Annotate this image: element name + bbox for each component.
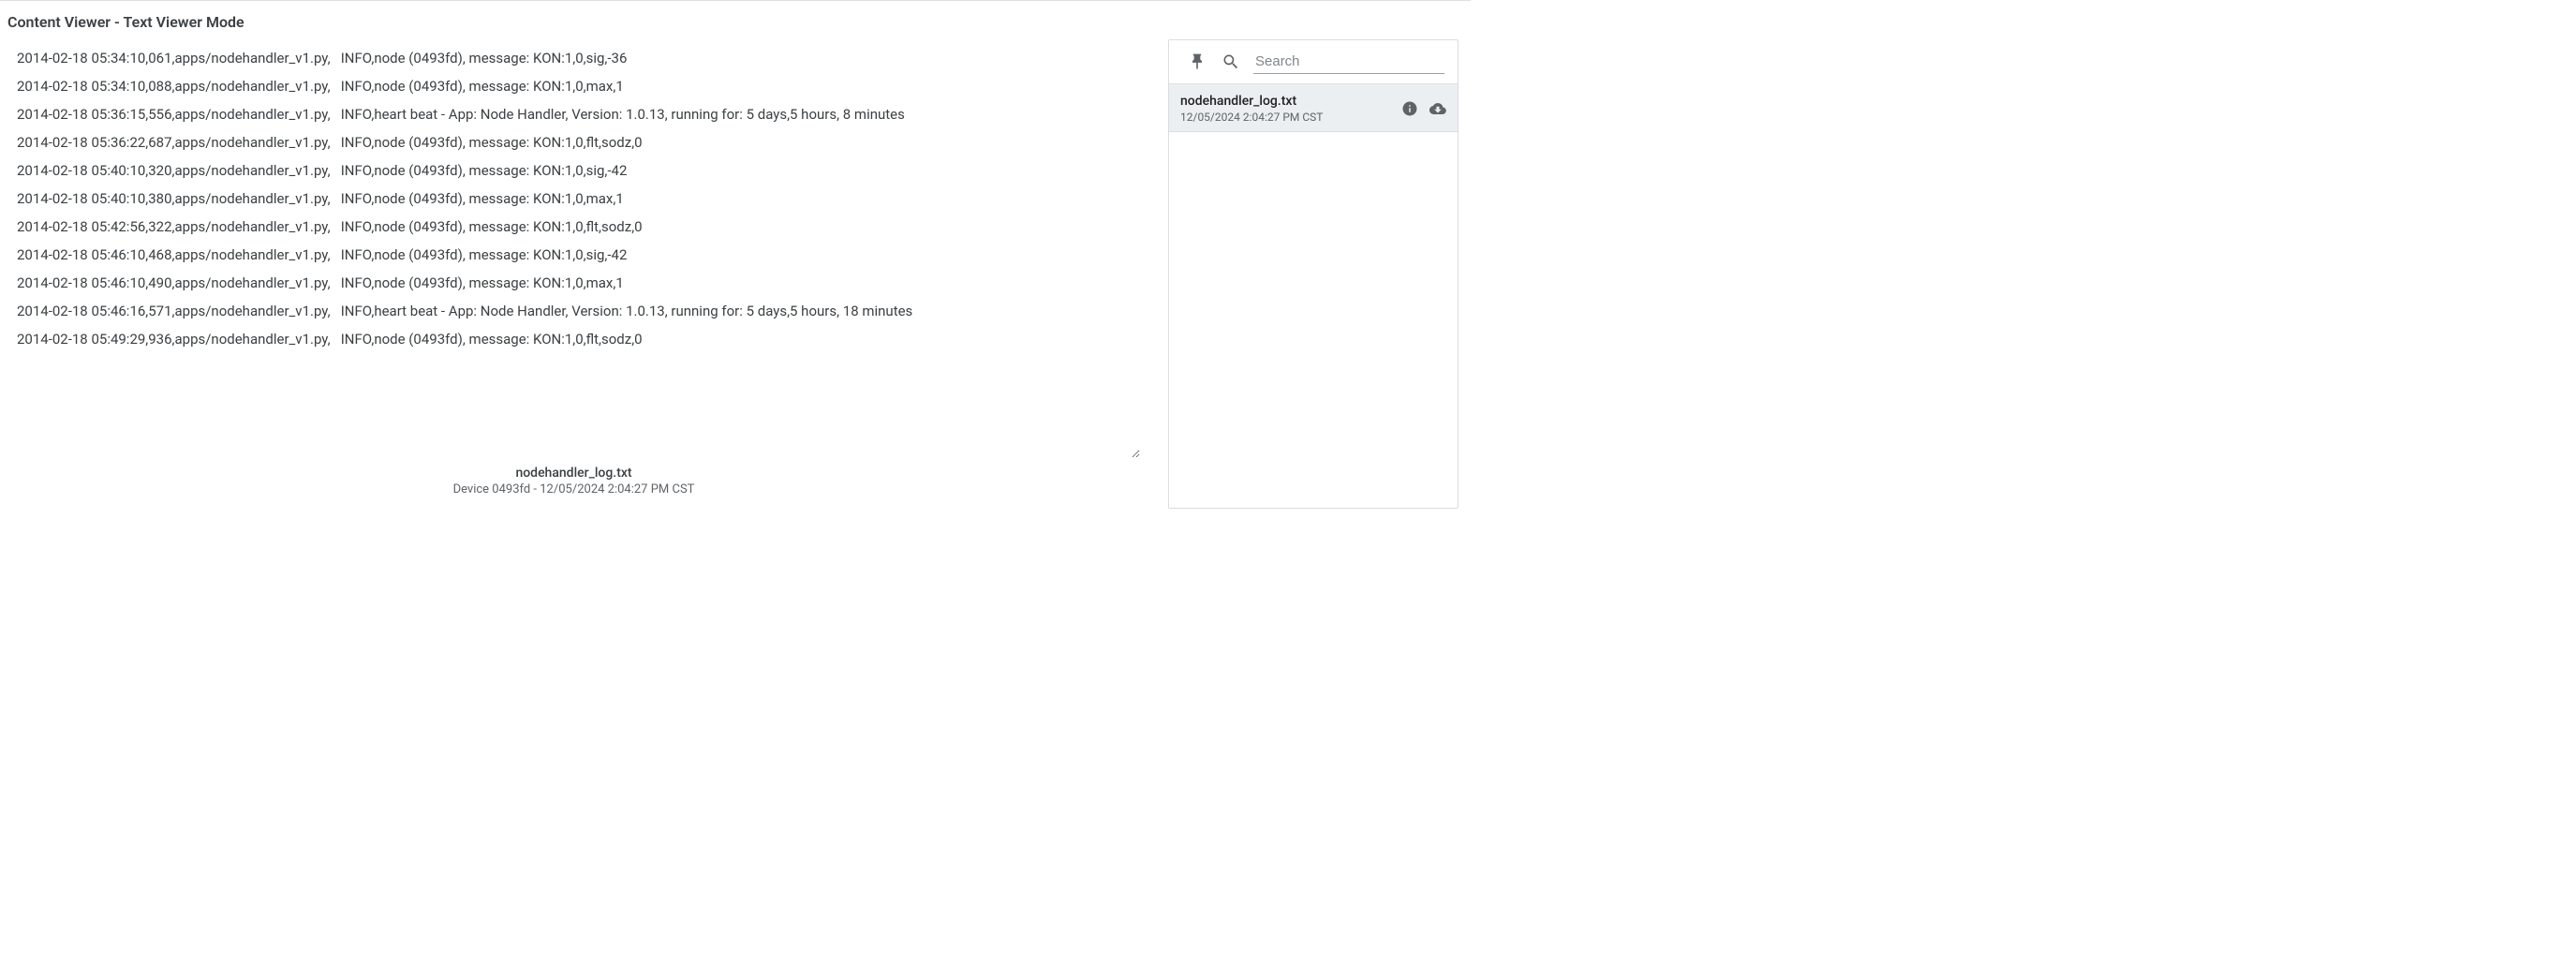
footer: nodehandler_log.txt Device 0493fd - 12/0… (7, 458, 1140, 500)
footer-filename: nodehandler_log.txt (7, 466, 1140, 481)
file-list-empty-area (1169, 132, 1458, 508)
file-list-item[interactable]: nodehandler_log.txt 12/05/2024 2:04:27 P… (1169, 84, 1458, 132)
search-icon[interactable] (1220, 51, 1242, 73)
footer-meta: Device 0493fd - 12/05/2024 2:04:27 PM CS… (7, 482, 1140, 496)
file-item-date: 12/05/2024 2:04:27 PM CST (1180, 111, 1323, 124)
search-input[interactable] (1253, 50, 1444, 74)
side-toolbar (1169, 40, 1458, 84)
file-item-name: nodehandler_log.txt (1180, 94, 1323, 109)
cloud-download-icon[interactable] (1429, 100, 1446, 117)
info-icon[interactable] (1401, 100, 1418, 117)
pin-icon[interactable] (1186, 51, 1208, 73)
log-textarea[interactable] (7, 37, 1140, 458)
page-title: Content Viewer - Text Viewer Mode (0, 1, 1471, 37)
file-side-panel: nodehandler_log.txt 12/05/2024 2:04:27 P… (1168, 39, 1458, 509)
